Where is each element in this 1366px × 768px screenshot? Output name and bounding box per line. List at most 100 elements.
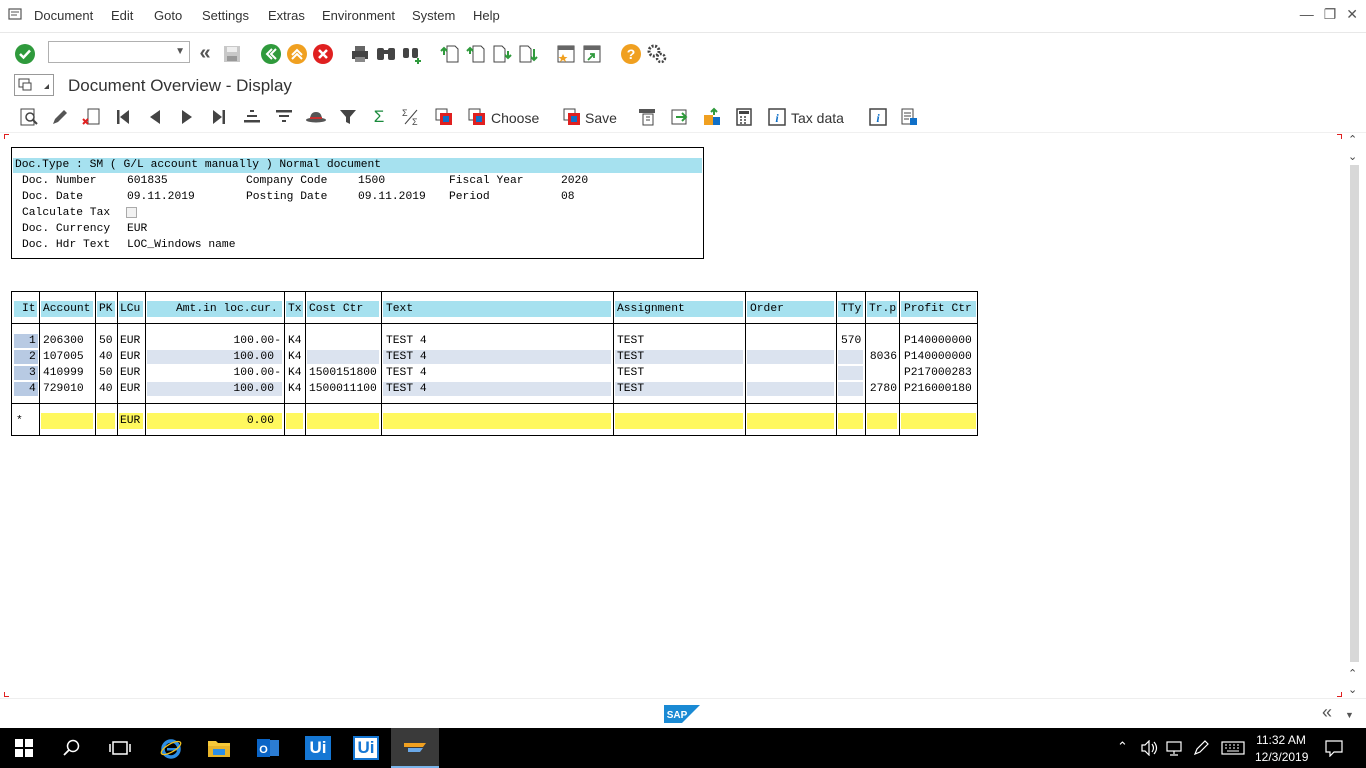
enter-check-icon[interactable]	[14, 43, 36, 65]
cancel-icon[interactable]	[312, 43, 334, 65]
previous-item-icon[interactable]	[146, 108, 164, 126]
save-layout-icon[interactable]	[562, 107, 582, 127]
scroll-up-icon[interactable]: ⌄	[1348, 150, 1357, 163]
scroll-top-icon[interactable]: ⌃	[1348, 133, 1357, 146]
collapse-command-icon[interactable]: «	[196, 42, 214, 64]
cell-pk[interactable]: 50	[99, 335, 113, 350]
info-icon[interactable]: i	[868, 107, 888, 127]
menu-help[interactable]: Help	[473, 8, 500, 23]
clock-time[interactable]: 11:32 AM	[1255, 733, 1307, 747]
cell-pk[interactable]: 50	[99, 367, 113, 382]
send-icon[interactable]	[670, 107, 690, 127]
menu-extras[interactable]: Extras	[268, 8, 305, 23]
cell-pk[interactable]: 40	[99, 351, 113, 366]
file-explorer-icon[interactable]	[207, 737, 231, 759]
cell-amount[interactable]: 100.00-	[147, 335, 281, 350]
scroll-bottom-icon[interactable]: ⌄	[1348, 683, 1357, 696]
system-menu-icon[interactable]	[8, 8, 24, 22]
last-item-icon[interactable]	[210, 108, 228, 126]
sort-descending-icon[interactable]	[274, 108, 294, 126]
cell-trp[interactable]: 8036	[867, 351, 897, 366]
col-header-lcu[interactable]: LCu	[120, 303, 140, 318]
outlook-icon[interactable]: O	[256, 737, 280, 759]
cell-pk[interactable]: 40	[99, 383, 113, 398]
hat-display-variant-icon[interactable]	[305, 108, 327, 126]
cell-amount[interactable]: 100.00	[147, 383, 274, 398]
create-session-icon[interactable]	[556, 43, 576, 65]
col-header-it[interactable]: It	[22, 303, 36, 318]
network-icon[interactable]	[1165, 740, 1183, 756]
restore-icon[interactable]: ❐	[1324, 6, 1337, 23]
status-collapse-icon[interactable]: «	[1322, 702, 1332, 723]
document-list-icon[interactable]	[899, 107, 919, 127]
first-page-icon[interactable]	[440, 43, 460, 65]
cell-text[interactable]: TEST 4	[386, 335, 427, 350]
save-layout-button[interactable]: Save	[585, 108, 617, 128]
cell-it[interactable]: 4	[29, 383, 36, 398]
next-item-icon[interactable]	[178, 108, 196, 126]
cell-amount[interactable]: 100.00	[147, 351, 274, 366]
uipath-robot-icon[interactable]: Ui	[353, 736, 379, 760]
choose-layout-icon[interactable]	[467, 107, 487, 127]
col-header-assignment[interactable]: Assignment	[617, 303, 685, 318]
cell-tx[interactable]: K4	[288, 367, 302, 382]
print-icon[interactable]	[350, 44, 370, 64]
task-view-icon[interactable]	[109, 739, 131, 757]
cell-text[interactable]: TEST 4	[386, 351, 427, 366]
col-header-tx[interactable]: Tx	[288, 303, 302, 318]
menu-goto[interactable]: Goto	[154, 8, 182, 23]
cell-lcu[interactable]: EUR	[120, 335, 140, 350]
cell-account[interactable]: 410999	[43, 367, 84, 382]
cell-amount[interactable]: 100.00-	[147, 367, 281, 382]
previous-page-icon[interactable]	[466, 43, 486, 65]
display-document-icon[interactable]	[19, 107, 39, 127]
cell-profit-ctr[interactable]: P217000283	[904, 367, 972, 382]
close-window-icon[interactable]: ✕	[1346, 6, 1358, 23]
last-page-icon[interactable]	[518, 43, 538, 65]
exit-icon[interactable]	[286, 43, 308, 65]
tax-data-icon[interactable]: i	[767, 107, 787, 127]
cell-cost-ctr[interactable]: 1500151800	[309, 367, 377, 382]
status-expand-icon[interactable]: ▼	[1345, 710, 1354, 720]
save-disk-icon[interactable]	[222, 44, 242, 64]
cell-trp[interactable]	[867, 367, 897, 382]
choose-button[interactable]: Choose	[491, 108, 539, 128]
cell-tx[interactable]: K4	[288, 335, 302, 350]
cell-profit-ctr[interactable]: P140000000	[904, 335, 972, 350]
cell-tty[interactable]: 570	[841, 335, 861, 350]
cell-lcu[interactable]: EUR	[120, 383, 140, 398]
keyboard-icon[interactable]	[1221, 741, 1245, 755]
col-header-pk[interactable]: PK	[99, 303, 113, 318]
cell-it[interactable]: 2	[29, 351, 36, 366]
windows-start-icon[interactable]	[15, 739, 33, 757]
col-header-profit-ctr[interactable]: Profit Ctr	[904, 303, 972, 318]
col-header-amount[interactable]: Amt.in loc.cur.	[176, 303, 278, 318]
menu-environment[interactable]: Environment	[322, 8, 395, 23]
find-next-icon[interactable]	[401, 44, 423, 64]
sum-icon[interactable]: Σ	[370, 106, 388, 128]
cell-assignment[interactable]: TEST	[617, 351, 644, 366]
sort-ascending-icon[interactable]	[242, 108, 262, 126]
volume-icon[interactable]	[1140, 740, 1158, 756]
clock-date[interactable]: 12/3/2019	[1255, 750, 1308, 764]
cell-account[interactable]: 206300	[43, 335, 84, 350]
filter-icon[interactable]	[338, 107, 358, 127]
menu-document[interactable]: Document	[34, 8, 93, 23]
change-layout-icon[interactable]	[434, 107, 454, 127]
cell-assignment[interactable]: TEST	[617, 367, 644, 382]
cell-trp[interactable]	[867, 335, 897, 350]
tax-data-button[interactable]: Tax data	[791, 108, 844, 128]
back-icon[interactable]	[260, 43, 282, 65]
cell-tx[interactable]: K4	[288, 351, 302, 366]
pen-icon[interactable]	[1192, 740, 1210, 756]
cell-account[interactable]: 729010	[43, 383, 84, 398]
cell-lcu[interactable]: EUR	[120, 351, 140, 366]
cell-text[interactable]: TEST 4	[386, 367, 427, 382]
cell-trp[interactable]: 2780	[867, 383, 897, 398]
generate-shortcut-icon[interactable]	[582, 43, 602, 65]
minimize-icon[interactable]: —	[1300, 6, 1314, 23]
calculator-icon[interactable]	[734, 107, 754, 127]
col-header-trp[interactable]: Tr.p	[869, 303, 896, 318]
menu-settings[interactable]: Settings	[202, 8, 249, 23]
edit-pencil-icon[interactable]	[50, 107, 70, 127]
